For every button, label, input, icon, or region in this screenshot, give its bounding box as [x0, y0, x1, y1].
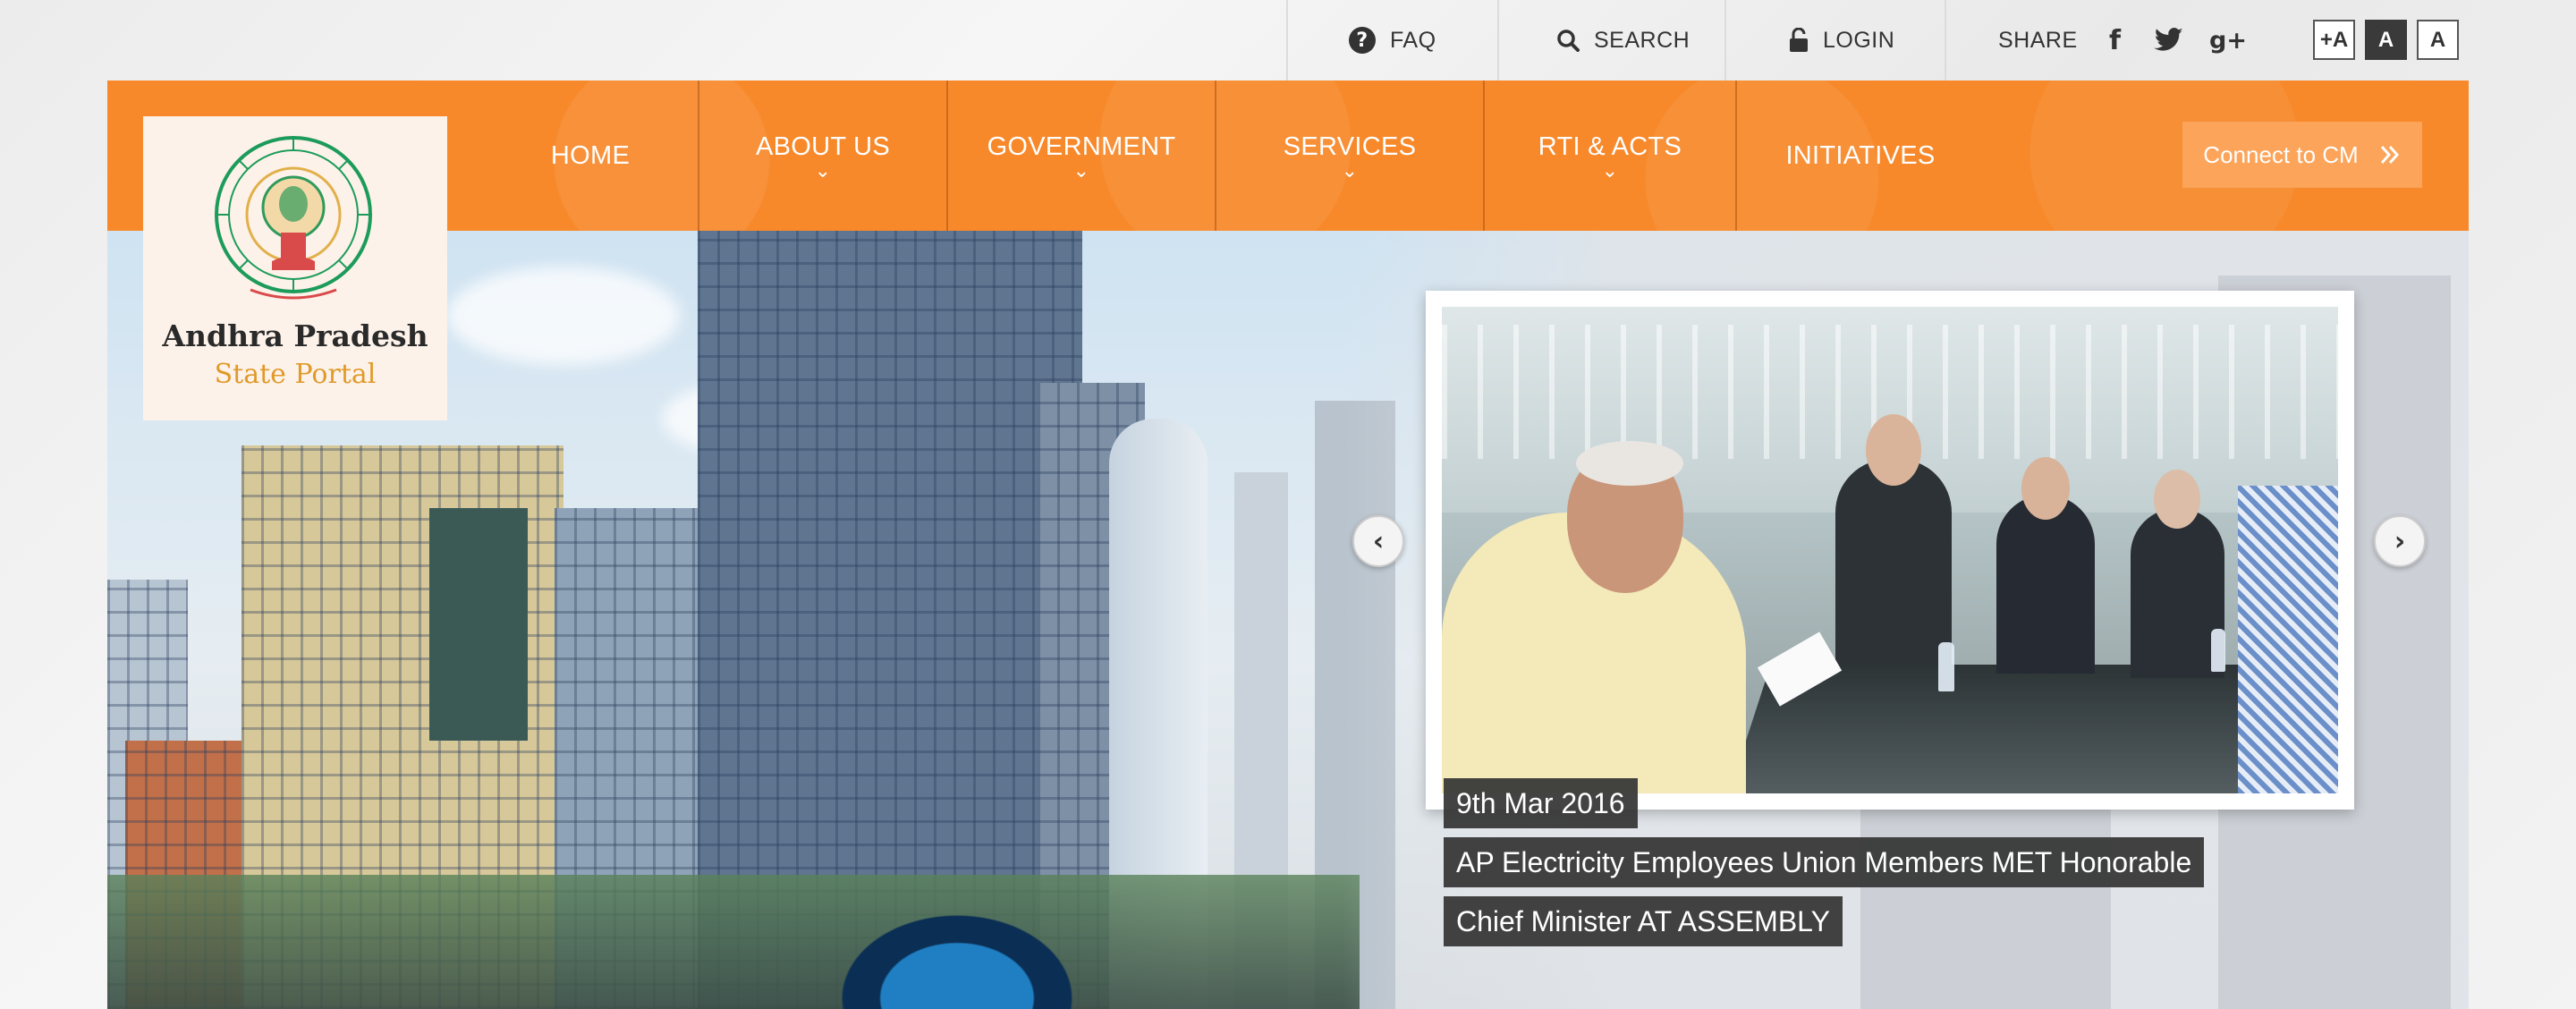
- news-photo: [1442, 307, 2338, 793]
- connect-to-cm-label: Connect to CM: [2203, 140, 2359, 168]
- person: [1835, 459, 1952, 665]
- chevron-left-icon: ‹: [1372, 525, 1385, 557]
- park-strip: [107, 875, 1360, 1009]
- slider-next-button[interactable]: ›: [2374, 515, 2426, 567]
- site-logo[interactable]: Andhra Pradesh State Portal: [143, 116, 447, 420]
- utility-bar: ? FAQ SEARCH LOGIN SHARE f g+ +A A A: [0, 0, 2576, 81]
- nav-label: GOVERNMENT: [987, 131, 1176, 161]
- nav-item-rti-acts[interactable]: RTI & ACTS ⌄: [1485, 81, 1735, 231]
- chevron-down-icon: ⌄: [814, 159, 832, 182]
- nav-label: RTI & ACTS: [1538, 131, 1682, 161]
- font-increase-label: +A: [2319, 27, 2349, 52]
- nav-item-services[interactable]: SERVICES ⌄: [1216, 81, 1483, 231]
- share-text: SHARE: [1998, 27, 2078, 53]
- person-head: [2021, 457, 2070, 520]
- slide-caption-line-2[interactable]: Chief Minister AT ASSEMBLY: [1444, 896, 1843, 946]
- search-link[interactable]: SEARCH: [1556, 0, 1690, 81]
- water-bottle: [2211, 629, 2225, 672]
- chevron-right-icon: ›: [2394, 525, 2406, 557]
- search-label: SEARCH: [1594, 27, 1690, 53]
- divider: [1945, 0, 1946, 81]
- slide-date: 9th Mar 2016: [1444, 778, 1638, 828]
- slide-caption-line-1[interactable]: AP Electricity Employees Union Members M…: [1444, 837, 2205, 887]
- nav-label: ABOUT US: [755, 131, 891, 161]
- unlock-icon: [1790, 28, 1808, 52]
- cloud: [447, 267, 680, 365]
- divider: [1286, 0, 1288, 81]
- search-icon: [1557, 30, 1580, 52]
- person-head: [1866, 414, 1921, 486]
- divider: [1497, 0, 1499, 81]
- faq-label: FAQ: [1390, 27, 1436, 53]
- logo-subtitle: State Portal: [214, 359, 377, 390]
- news-slide[interactable]: [1426, 291, 2354, 810]
- font-normal-label: A: [2377, 27, 2394, 52]
- nav-item-government[interactable]: GOVERNMENT ⌄: [948, 81, 1215, 231]
- font-normal-button[interactable]: A: [2365, 20, 2407, 60]
- nav-label: SERVICES: [1283, 131, 1417, 161]
- connect-to-cm-button[interactable]: Connect to CM: [2182, 122, 2422, 188]
- person-head: [2154, 470, 2200, 529]
- chevron-down-icon: ⌄: [1601, 159, 1619, 182]
- login-link[interactable]: LOGIN: [1789, 0, 1894, 81]
- share-label: SHARE: [1998, 0, 2078, 81]
- faq-link[interactable]: ? FAQ: [1349, 0, 1436, 81]
- font-increase-button[interactable]: +A: [2313, 20, 2355, 60]
- nav-label: INITIATIVES: [1785, 140, 1936, 170]
- nav-item-home[interactable]: HOME: [483, 81, 698, 231]
- nav-item-initiatives[interactable]: INITIATIVES: [1737, 81, 1984, 231]
- atrium: [429, 508, 528, 741]
- twitter-icon[interactable]: [2154, 0, 2184, 81]
- nav-item-about-us[interactable]: ABOUT US ⌄: [699, 81, 946, 231]
- double-chevron-right-icon: [2380, 146, 2399, 164]
- person-hair: [1576, 441, 1683, 486]
- question-circle-icon: ?: [1349, 27, 1376, 54]
- sculpture: [823, 902, 1091, 1009]
- facebook-icon[interactable]: f: [2109, 0, 2121, 81]
- state-emblem-icon: [215, 136, 372, 300]
- google-plus-icon[interactable]: g+: [2209, 0, 2247, 81]
- login-label: LOGIN: [1823, 27, 1895, 53]
- logo-title: Andhra Pradesh: [162, 318, 428, 353]
- font-decrease-label: A: [2429, 27, 2446, 52]
- font-decrease-button[interactable]: A: [2417, 20, 2459, 60]
- main-nav: HOME ABOUT US ⌄ GOVERNMENT ⌄ SERVICES ⌄ …: [107, 81, 2469, 231]
- water-bottle: [1938, 642, 1954, 691]
- person: [2238, 486, 2338, 793]
- chevron-down-icon: ⌄: [1072, 159, 1090, 182]
- slider-prev-button[interactable]: ‹: [1352, 515, 1404, 567]
- chevron-down-icon: ⌄: [1341, 159, 1359, 182]
- divider: [1724, 0, 1726, 81]
- person: [1996, 495, 2095, 674]
- nav-label: HOME: [550, 140, 631, 170]
